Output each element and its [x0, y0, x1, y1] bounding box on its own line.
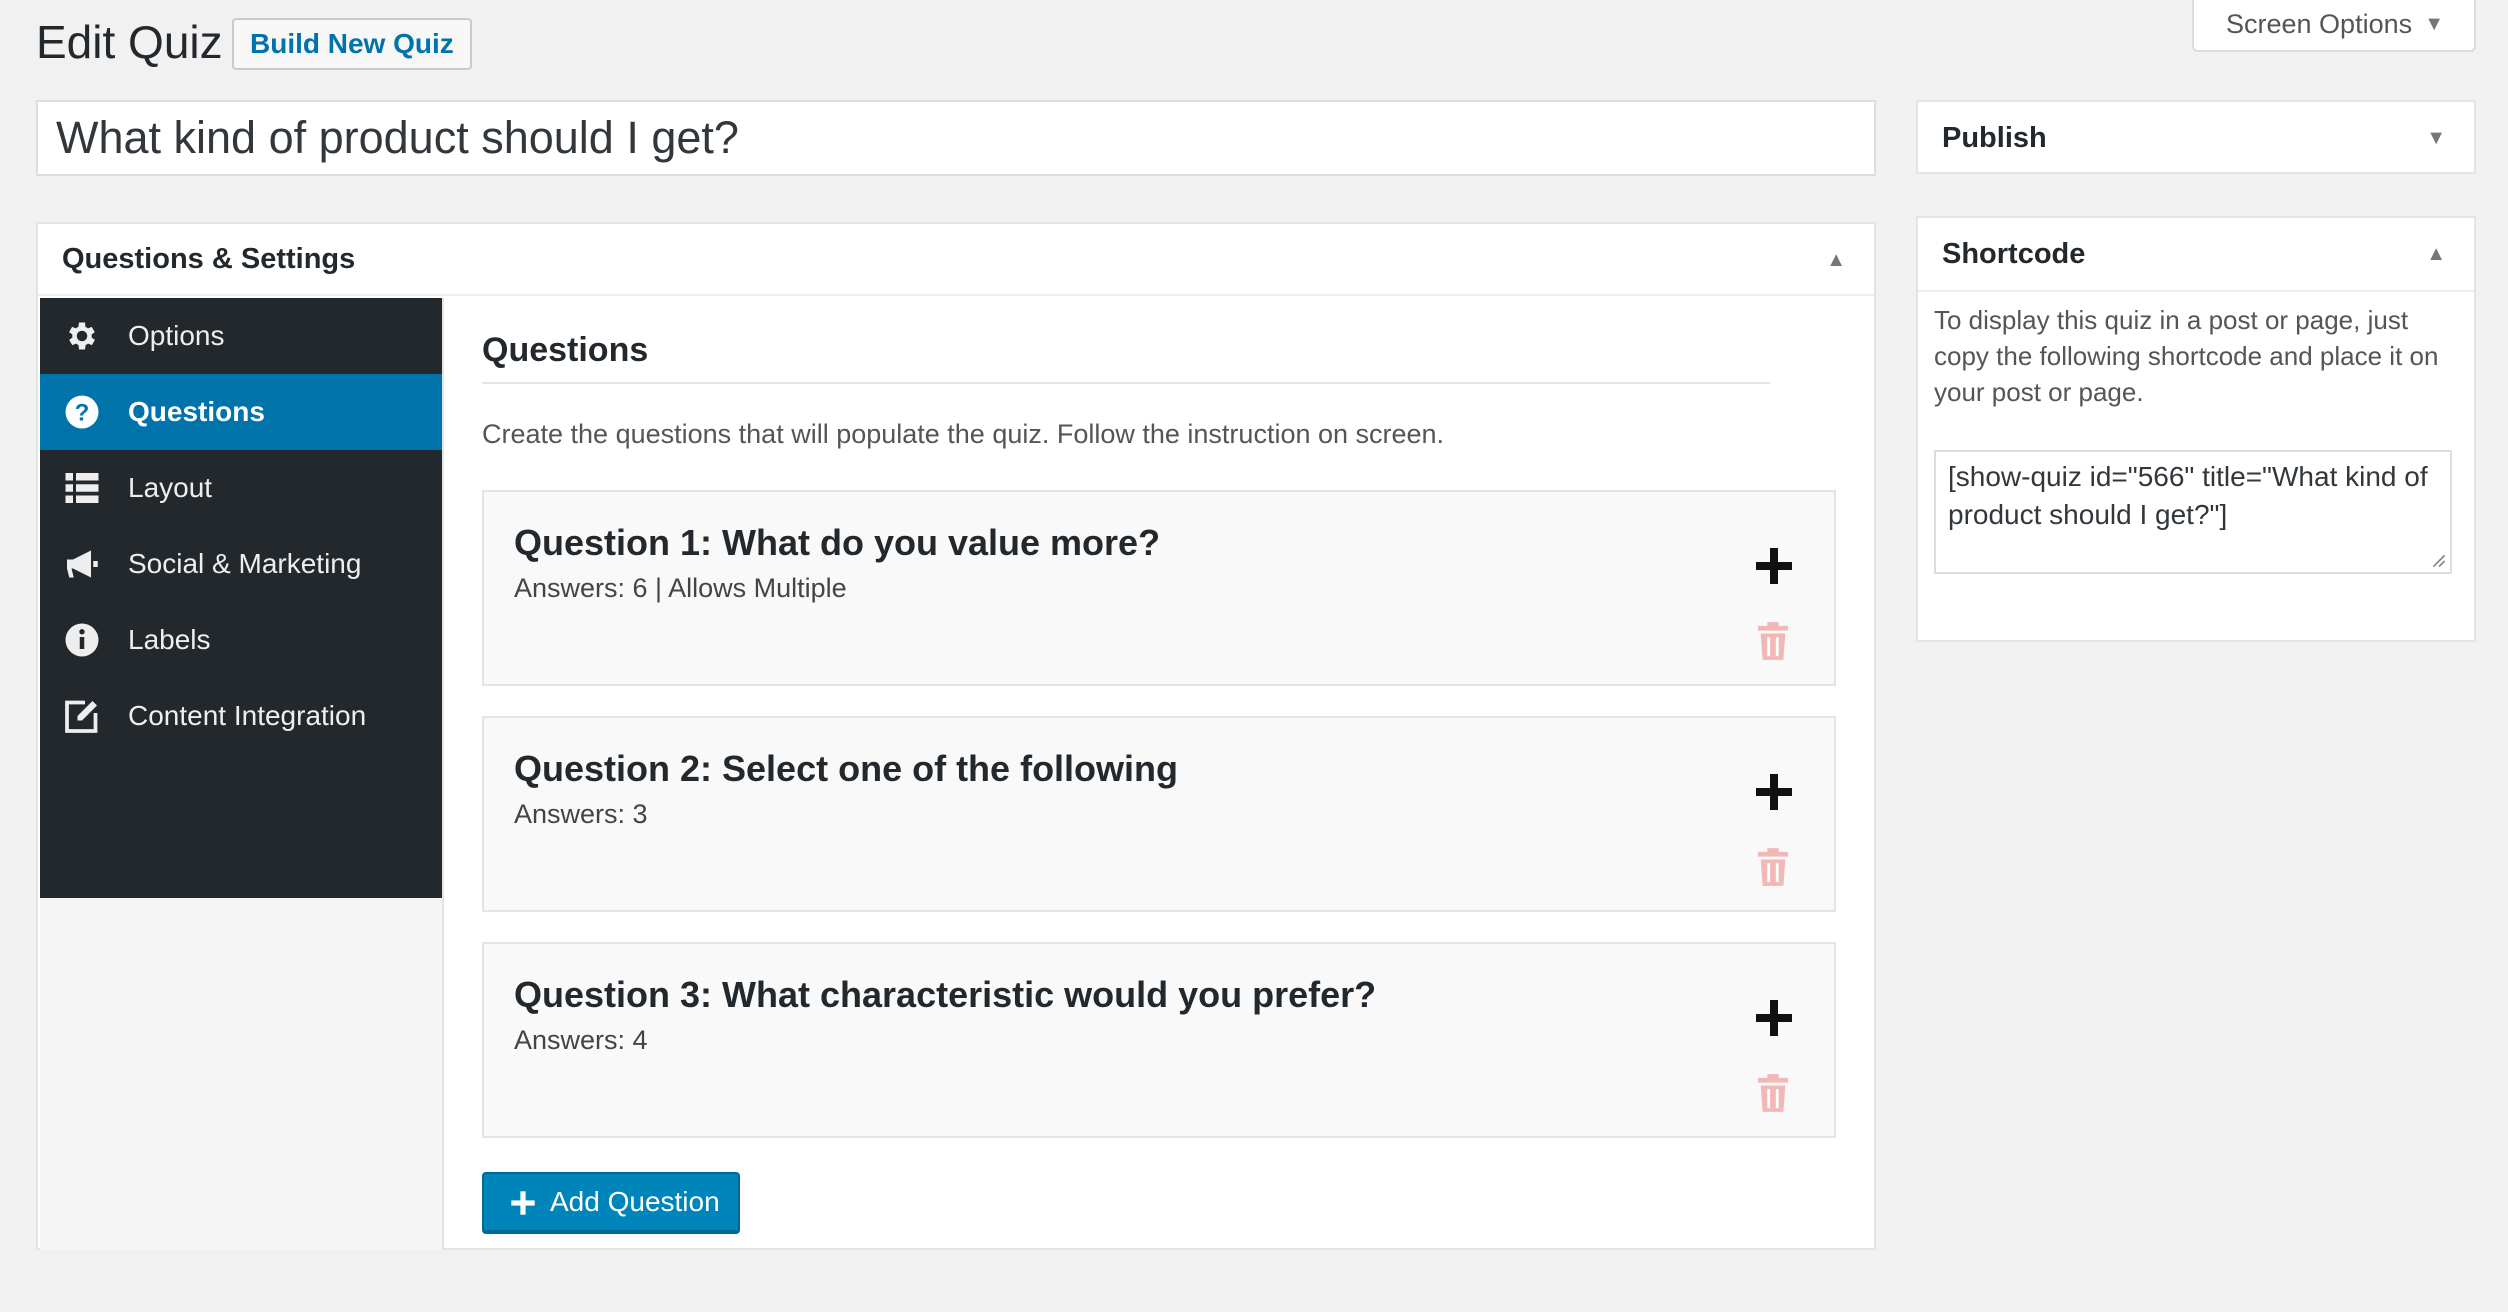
- question-meta: Answers: 4: [514, 1025, 648, 1055]
- sidebar-item-label: Social & Marketing: [128, 548, 362, 579]
- plus-icon[interactable]: [1754, 546, 1794, 586]
- question-card-2[interactable]: Question 2: Select one of the following …: [482, 716, 1836, 912]
- question-meta: Answers: 3: [514, 799, 648, 829]
- questions-heading: Questions: [482, 331, 649, 369]
- build-new-quiz-button[interactable]: Build New Quiz: [232, 18, 472, 70]
- publish-header[interactable]: Publish ▼: [1918, 102, 2474, 174]
- caret-down-icon[interactable]: ▼: [2426, 102, 2446, 174]
- quiz-title-input[interactable]: What kind of product should I get?: [36, 100, 1876, 176]
- sidebar-item-social-marketing[interactable]: Social & Marketing: [40, 526, 442, 602]
- trash-icon[interactable]: [1756, 1074, 1790, 1112]
- svg-text:?: ?: [75, 399, 90, 426]
- megaphone-icon: [67, 550, 98, 578]
- sidebar-item-layout[interactable]: Layout: [40, 450, 442, 526]
- page-title: Edit Quiz: [36, 16, 223, 68]
- shortcode-value[interactable]: [show-quiz id="566" title="What kind of …: [1948, 461, 2428, 530]
- add-question-button[interactable]: Add Question: [482, 1172, 740, 1232]
- sidebar-divider: [442, 298, 444, 1250]
- plus-icon[interactable]: [1754, 772, 1794, 812]
- info-icon: [65, 623, 99, 657]
- resize-handle-icon[interactable]: [2432, 554, 2446, 568]
- sidebar-item-labels[interactable]: Labels: [40, 602, 442, 678]
- caret-down-icon: ▼: [2424, 13, 2444, 35]
- sidebar-item-label: Options: [128, 320, 225, 351]
- shortcode-description: To display this quiz in a post or page, …: [1934, 305, 2439, 407]
- plus-icon: [511, 1191, 535, 1215]
- edit-icon: [65, 700, 98, 733]
- divider: [482, 382, 1770, 384]
- sidebar-item-options[interactable]: Options: [40, 298, 442, 374]
- screen-options-toggle[interactable]: Screen Options ▼: [2192, 0, 2476, 52]
- question-title[interactable]: Question 3: What characteristic would yo…: [514, 970, 1376, 1020]
- trash-icon[interactable]: [1756, 848, 1790, 886]
- trash-icon[interactable]: [1756, 622, 1790, 660]
- gear-icon: [69, 322, 95, 350]
- shortcode-title: Shortcode: [1942, 238, 2086, 270]
- question-card-1[interactable]: Question 1: What do you value more? Answ…: [482, 490, 1836, 686]
- sidebar-item-label: Questions: [128, 396, 265, 427]
- question-meta: Answers: 6 | Allows Multiple: [514, 573, 847, 603]
- settings-sidebar: Options ? Questions Layout Social & Mark…: [40, 298, 442, 898]
- shortcode-textarea[interactable]: [show-quiz id="566" title="What kind of …: [1934, 450, 2452, 574]
- caret-up-icon[interactable]: ▲: [1826, 224, 1846, 296]
- list-icon: [65, 473, 99, 503]
- questions-description: Create the questions that will populate …: [482, 419, 1445, 449]
- sidebar-item-questions[interactable]: ? Questions: [40, 374, 442, 450]
- sidebar-filler: [40, 898, 442, 1250]
- caret-up-icon[interactable]: ▲: [2426, 218, 2446, 290]
- sidebar-item-label: Labels: [128, 624, 211, 655]
- sidebar-item-content-integration[interactable]: Content Integration: [40, 678, 442, 754]
- sidebar-item-label: Layout: [128, 472, 213, 503]
- shortcode-header[interactable]: Shortcode ▲: [1918, 218, 2474, 292]
- box-title: Questions & Settings: [62, 243, 356, 275]
- add-question-label: Add Question: [550, 1186, 720, 1217]
- questions-settings-header[interactable]: Questions & Settings ▲: [38, 224, 1874, 296]
- screen-options-label: Screen Options: [2226, 9, 2413, 39]
- question-card-3[interactable]: Question 3: What characteristic would yo…: [482, 942, 1836, 1138]
- plus-icon[interactable]: [1754, 998, 1794, 1038]
- publish-box: Publish ▼: [1916, 100, 2476, 174]
- question-title[interactable]: Question 1: What do you value more?: [514, 518, 1160, 568]
- question-title[interactable]: Question 2: Select one of the following: [514, 744, 1178, 794]
- publish-title: Publish: [1942, 122, 2047, 154]
- question-circle-icon: ?: [65, 395, 99, 429]
- sidebar-item-label: Content Integration: [128, 700, 367, 731]
- shortcode-box: Shortcode ▲ To display this quiz in a po…: [1916, 216, 2476, 642]
